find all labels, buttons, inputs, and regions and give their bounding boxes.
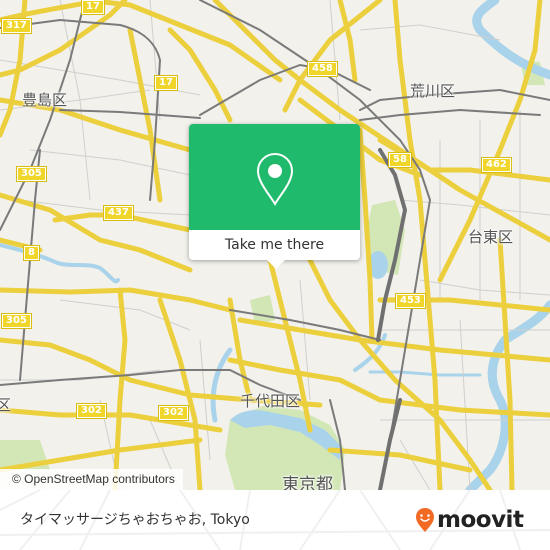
route-shield-458: 458 — [307, 61, 338, 77]
route-shield-305: 305 — [16, 166, 47, 182]
route-shield-17: 17 — [81, 0, 105, 15]
district-label-chiyoda: 千代田区 — [240, 392, 301, 410]
district-label-tokyo: 東京都 — [282, 475, 333, 490]
district-label-partial: 区 — [0, 396, 12, 414]
popup-header — [189, 124, 360, 230]
route-shield-58: 58 — [388, 152, 412, 168]
route-shield-302: 302 — [158, 405, 189, 421]
route-shield-317: 317 — [1, 18, 32, 34]
footer-bar: タイマッサージちゃおちゃお, Tokyo moovit — [0, 490, 550, 550]
route-shield-302: 302 — [76, 403, 107, 419]
location-popup: Take me there — [189, 124, 360, 269]
map-view[interactable]: 豊島区 荒川区 台東区 千代田区 東京都 区 17 317 17 458 58 … — [0, 0, 550, 490]
place-name: タイマッサージちゃおちゃお, Tokyo — [20, 512, 250, 528]
take-me-there-button[interactable]: Take me there — [189, 230, 360, 260]
location-pin-icon — [256, 152, 294, 206]
route-shield-462: 462 — [481, 157, 512, 173]
route-shield-437: 437 — [103, 205, 134, 221]
popup-pointer — [267, 260, 285, 269]
route-shield-305: 305 — [1, 313, 32, 329]
district-label-taito: 台東区 — [468, 228, 514, 246]
moovit-wordmark: moovit — [437, 507, 524, 533]
moovit-pin-icon — [416, 508, 434, 532]
route-shield-17: 17 — [154, 75, 178, 91]
map-attribution: © OpenStreetMap contributors — [0, 469, 183, 490]
route-shield-453: 453 — [395, 293, 426, 309]
moovit-logo[interactable]: moovit — [415, 504, 524, 536]
district-label-toshima: 豊島区 — [22, 91, 68, 109]
route-shield-8: 8 — [23, 245, 40, 261]
district-label-arakawa: 荒川区 — [410, 82, 456, 100]
